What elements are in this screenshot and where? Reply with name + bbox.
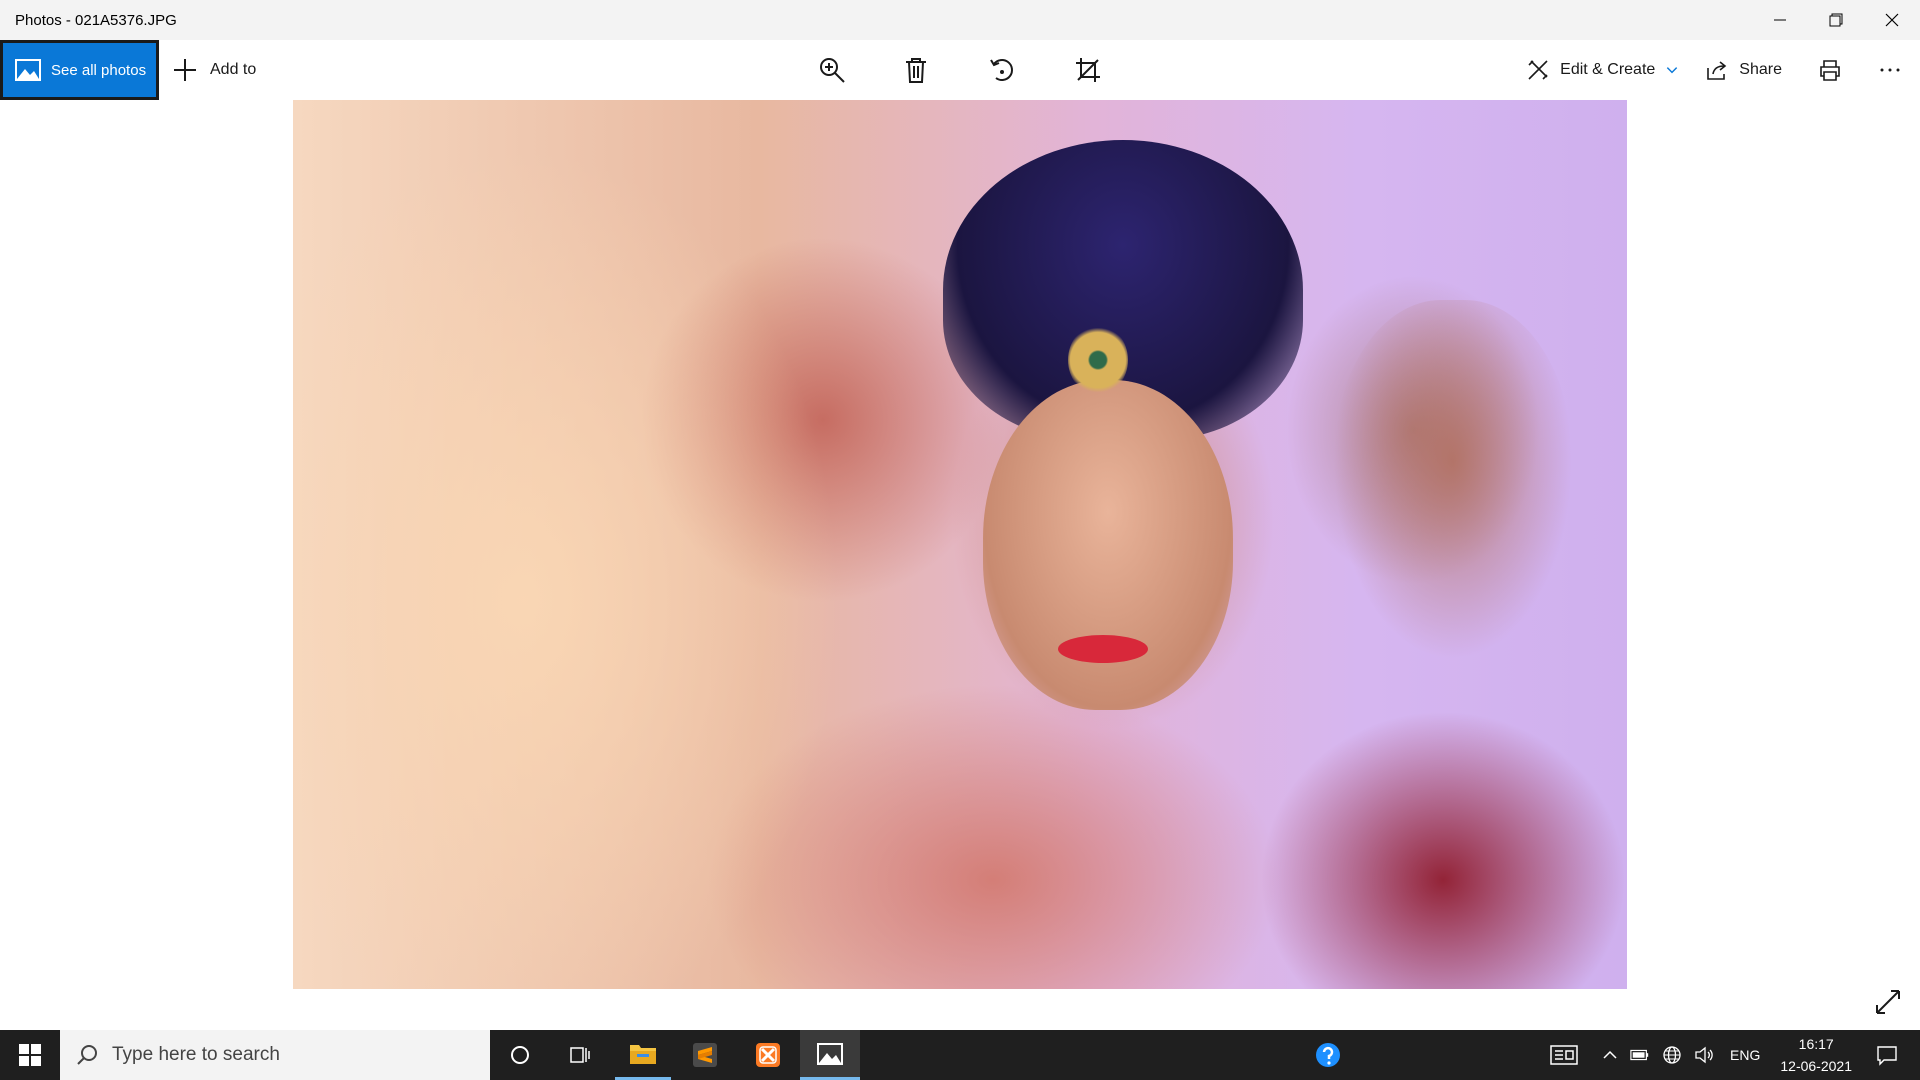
crop-icon: [1076, 58, 1100, 82]
show-hidden-icons-button[interactable]: [1596, 1030, 1624, 1080]
window-title: Photos - 021A5376.JPG: [15, 11, 177, 29]
chevron-up-icon: [1603, 1050, 1617, 1059]
minimize-button[interactable]: [1752, 0, 1808, 40]
windows-icon: [19, 1044, 41, 1066]
right-toolbar: Edit & Create Share: [1526, 40, 1920, 100]
add-to-label: Add to: [210, 61, 257, 78]
chevron-down-icon: [1667, 67, 1678, 74]
volume-button[interactable]: [1688, 1030, 1720, 1080]
photo-subject-lips: [1058, 635, 1148, 663]
speaker-icon: [1695, 1046, 1713, 1064]
crop-button[interactable]: [1068, 50, 1108, 90]
photo-icon: [15, 59, 41, 81]
photo-background-figure: [1333, 300, 1573, 660]
zoom-button[interactable]: [812, 50, 852, 90]
task-view-icon: [570, 1047, 590, 1063]
share-label: Share: [1739, 61, 1782, 78]
restore-icon: [1829, 13, 1843, 27]
close-button[interactable]: [1864, 0, 1920, 40]
title-bar: Photos - 021A5376.JPG: [0, 0, 1920, 40]
taskbar-photos[interactable]: [800, 1030, 860, 1080]
more-options-button[interactable]: [1878, 40, 1920, 100]
news-icon: [1550, 1045, 1578, 1065]
edit-create-button[interactable]: Edit & Create: [1526, 40, 1705, 100]
battery-icon: [1630, 1049, 1649, 1061]
xampp-icon: [756, 1043, 780, 1067]
task-view-button[interactable]: [552, 1030, 608, 1080]
toolbar: See all photos Add to Edit & Create Shar…: [0, 40, 1920, 100]
minimize-icon: [1774, 19, 1786, 21]
language-indicator[interactable]: ENG: [1720, 1030, 1770, 1080]
action-center-button[interactable]: [1862, 1030, 1920, 1080]
cortana-button[interactable]: [492, 1030, 548, 1080]
photo-view[interactable]: [293, 100, 1627, 989]
restore-button[interactable]: [1808, 0, 1864, 40]
edit-create-label: Edit & Create: [1560, 61, 1656, 78]
clock[interactable]: 16:17 12-06-2021: [1770, 1030, 1862, 1080]
close-icon: [1885, 13, 1899, 27]
rotate-button[interactable]: [982, 50, 1022, 90]
share-icon: [1707, 61, 1727, 80]
add-to-button[interactable]: Add to: [172, 40, 256, 100]
system-tray: ENG 16:17 12-06-2021: [1544, 1030, 1920, 1080]
photo-subject-jewel: [1068, 325, 1128, 395]
delete-button[interactable]: [896, 50, 936, 90]
notification-icon: [1877, 1046, 1897, 1066]
help-icon: [1316, 1043, 1340, 1067]
taskbar: Type here to search ENG 16:17 12-06-2021: [0, 1030, 1920, 1080]
news-button[interactable]: [1544, 1030, 1596, 1080]
start-button[interactable]: [0, 1030, 60, 1080]
clock-date: 12-06-2021: [1780, 1058, 1852, 1074]
printer-icon: [1820, 60, 1840, 81]
taskbar-file-explorer[interactable]: [615, 1030, 671, 1080]
network-button[interactable]: [1656, 1030, 1688, 1080]
see-all-photos-label: See all photos: [51, 61, 147, 79]
edit-create-icon: [1528, 60, 1548, 80]
plus-icon: [174, 59, 196, 81]
clock-time: 16:17: [1798, 1036, 1834, 1052]
zoom-in-icon: [820, 58, 845, 83]
taskbar-search-box[interactable]: Type here to search: [60, 1030, 490, 1080]
search-placeholder: Type here to search: [112, 1044, 280, 1065]
battery-button[interactable]: [1624, 1030, 1656, 1080]
trash-icon: [906, 58, 926, 83]
see-all-photos-button[interactable]: See all photos: [0, 40, 159, 100]
cortana-icon: [511, 1046, 529, 1064]
get-help-button[interactable]: [1300, 1030, 1356, 1080]
photos-app-icon: [817, 1042, 843, 1065]
window-controls: [1752, 0, 1920, 40]
more-icon: [1880, 68, 1900, 72]
share-button[interactable]: Share: [1705, 40, 1818, 100]
language-label: ENG: [1730, 1047, 1761, 1063]
rotate-icon: [990, 59, 1013, 81]
search-icon: [77, 1045, 97, 1065]
globe-icon: [1663, 1046, 1681, 1064]
taskbar-sublime-text[interactable]: [677, 1030, 733, 1080]
sublime-text-icon: [693, 1043, 717, 1067]
taskbar-xampp[interactable]: [740, 1030, 796, 1080]
print-button[interactable]: [1818, 40, 1878, 100]
full-screen-icon[interactable]: [1874, 988, 1902, 1016]
folder-icon: [630, 1044, 656, 1064]
